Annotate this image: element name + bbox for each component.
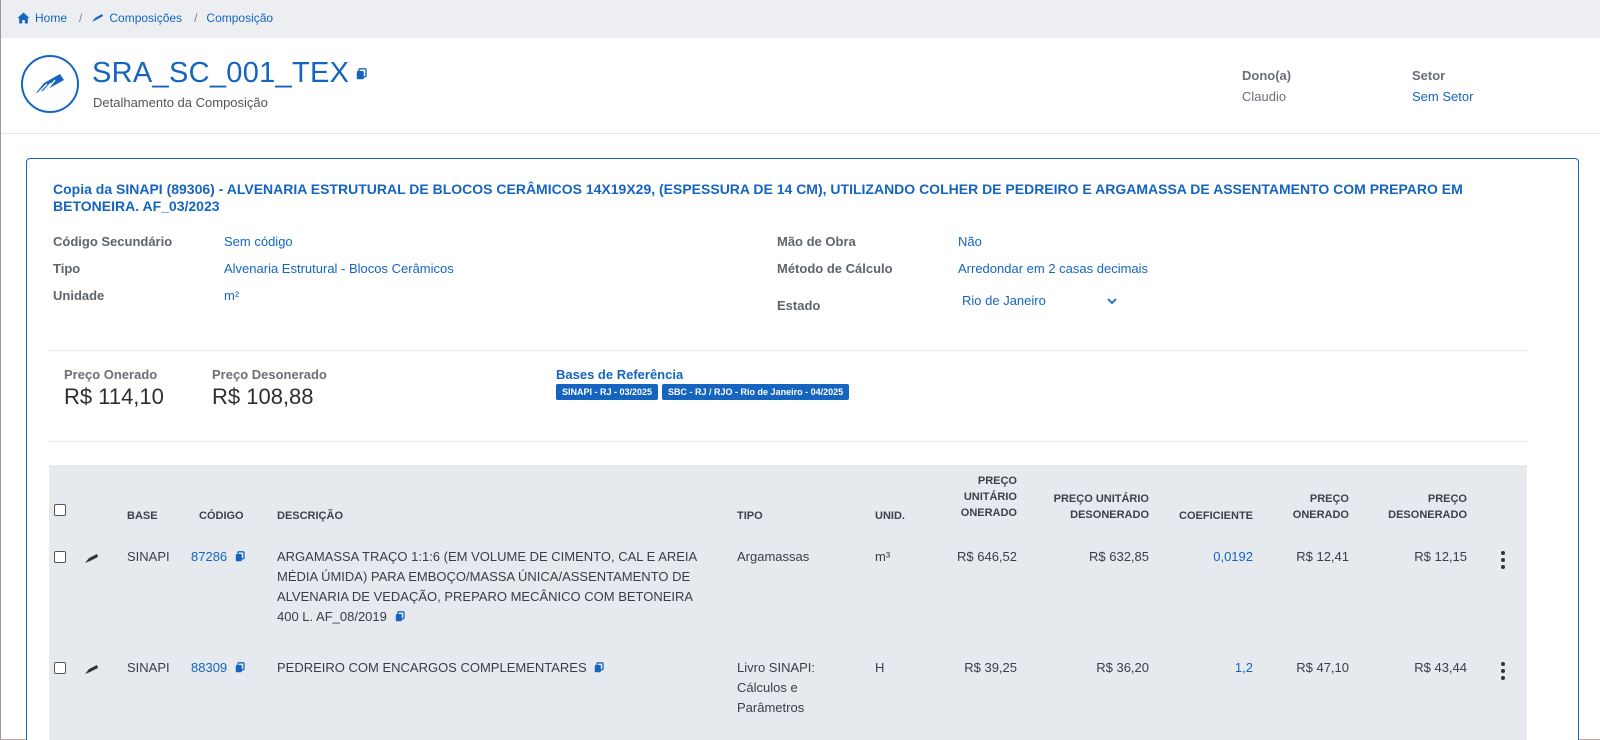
page-title: SRA_SC_001_TEX [92,57,367,90]
cell-description: ARGAMASSA TRAÇO 1:1:6 (EM VOLUME DE CIME… [277,547,702,628]
field-label: Unidade [53,288,105,303]
row-checkbox[interactable] [54,662,66,674]
field-label: Código Secundário [53,234,173,249]
cell-description: PEDREIRO COM ENCARGOS COMPLEMENTARES [277,658,702,679]
price-onerado: Preço Onerado R$ 114,10 [64,367,164,410]
field-label: Mão de Obra [777,234,856,249]
field-value: m² [224,288,240,303]
cell-description-text: ARGAMASSA TRAÇO 1:1:6 (EM VOLUME DE CIME… [277,549,697,624]
column-header-code[interactable]: CÓDIGO [199,508,244,524]
cell-unit: m³ [875,549,891,564]
cell-code[interactable]: 88309 [191,658,245,679]
copy-icon[interactable] [235,548,245,568]
cell-price-desonerado: R$ 12,15 [1414,549,1467,564]
field-value: Arredondar em 2 casas decimais [958,261,1149,276]
divider [49,350,1527,351]
price-onerado-value: R$ 114,10 [64,384,164,409]
price-desonerado-label: Preço Desonerado [212,367,327,382]
field-value: Alvenaria Estrutural - Blocos Cerâmicos [224,261,454,276]
sector-label: Setor [1412,68,1446,83]
owner-info: Dono(a) Claudio [1242,68,1291,104]
app-frame: Home / Composições / Composição SRA_SC_0… [0,0,1600,740]
state-select-value: Rio de Janeiro [962,293,1046,308]
breadcrumb-composition[interactable]: Composição [206,11,273,25]
cell-code-text: 88309 [191,660,228,675]
owner-label: Dono(a) [1242,68,1292,83]
price-desonerado: Preço Desonerado R$ 108,88 [212,367,327,410]
cell-price-onerado: R$ 12,41 [1296,549,1349,564]
trowel-icon [84,551,99,569]
items-table: BASE CÓDIGO DESCRIÇÃO TIPO UNID. PREÇO U… [49,465,1527,740]
field-label: Estado [777,298,821,313]
copy-icon[interactable] [594,659,604,679]
reference-bases: Bases de Referência SINAPI - RJ - 03/202… [556,367,850,400]
column-header-base[interactable]: BASE [127,508,158,524]
cell-unit-price-desonerado: R$ 36,20 [1096,660,1149,675]
copy-icon[interactable] [356,67,367,80]
field-label: Tipo [53,261,81,276]
trowel-icon [84,662,99,680]
trowel-icon [91,13,104,23]
state-select[interactable]: Rio de Janeiro [962,293,1117,308]
field-value: Não [958,234,982,249]
copy-icon[interactable] [235,659,245,679]
cell-unit-price-desonerado: R$ 632,85 [1089,549,1149,564]
field-label: Método de Cálculo [777,261,893,276]
cell-unit: H [875,660,885,675]
base-badge: SBC - RJ / RJO - Rio de Janeiro - 04/202… [662,384,850,400]
chevron-down-icon [1107,293,1117,308]
column-header-price-desonerado[interactable]: PREÇO DESONERADO [1377,491,1467,523]
breadcrumb-compositions[interactable]: Composições [109,11,182,25]
top-bar: Home / Composições / Composição [1,0,1600,38]
reference-bases-label: Bases de Referência [556,367,684,382]
cell-coefficient[interactable]: 1,2 [1159,658,1253,678]
field-value: Sem código [224,234,293,249]
column-header-description[interactable]: DESCRIÇÃO [277,508,343,524]
column-header-type[interactable]: TIPO [737,508,763,524]
home-icon [17,12,30,24]
cell-unit-price-onerado: R$ 39,25 [964,660,1017,675]
column-header-coefficient[interactable]: COEFICIENTE [1159,508,1253,524]
sector-value[interactable]: Sem Setor [1412,89,1473,104]
column-header-unit-price-onerado[interactable]: PREÇO UNITÁRIO ONERADO [929,473,1017,521]
kebab-menu-icon[interactable] [1501,662,1505,680]
trowel-icon [36,74,64,93]
copy-icon[interactable] [395,608,405,628]
breadcrumb-home[interactable]: Home [35,11,67,25]
page-header: SRA_SC_001_TEX Detalhamento da Composiçã… [1,38,1600,134]
breadcrumb-separator: / [79,11,83,25]
cell-base: SINAPI [127,660,170,675]
composition-full-title: Copia da SINAPI (89306) - ALVENARIA ESTR… [53,181,1463,214]
cell-code[interactable]: 87286 [191,547,245,568]
breadcrumb: Home / Composições / Composição [17,11,273,25]
breadcrumb-separator: / [194,11,198,25]
column-header-unit[interactable]: UNID. [875,508,905,524]
cell-unit-price-onerado: R$ 646,52 [957,549,1017,564]
composition-card: Copia da SINAPI (89306) - ALVENARIA ESTR… [26,158,1579,740]
cell-type: Livro SINAPI: Cálculos e Parâmetros [737,660,816,715]
page-title-text: SRA_SC_001_TEX [92,57,350,89]
cell-description-text: PEDREIRO COM ENCARGOS COMPLEMENTARES [277,660,587,675]
sector-info: Setor Sem Setor [1412,68,1473,104]
reference-bases-list: SINAPI - RJ - 03/2025 SBC - RJ / RJO - R… [556,384,850,400]
cell-price-onerado: R$ 47,10 [1296,660,1349,675]
base-badge: SINAPI - RJ - 03/2025 [556,384,659,400]
owner-value: Claudio [1242,89,1287,104]
cell-price-desonerado: R$ 43,44 [1414,660,1467,675]
price-onerado-label: Preço Onerado [64,367,158,382]
composition-avatar [21,55,79,113]
cell-base: SINAPI [127,549,170,564]
cell-type: Argamassas [737,549,810,564]
divider [49,441,1527,442]
kebab-menu-icon[interactable] [1501,551,1505,569]
cell-coefficient[interactable]: 0,0192 [1159,547,1253,567]
column-header-unit-price-desonerado[interactable]: PREÇO UNITÁRIO DESONERADO [1039,491,1149,523]
price-desonerado-value: R$ 108,88 [212,384,314,409]
row-checkbox[interactable] [54,551,66,563]
select-all-checkbox[interactable] [54,504,66,516]
cell-code-text: 87286 [191,549,228,564]
column-header-price-onerado[interactable]: PREÇO ONERADO [1289,491,1349,523]
page-subtitle: Detalhamento da Composição [93,95,268,110]
